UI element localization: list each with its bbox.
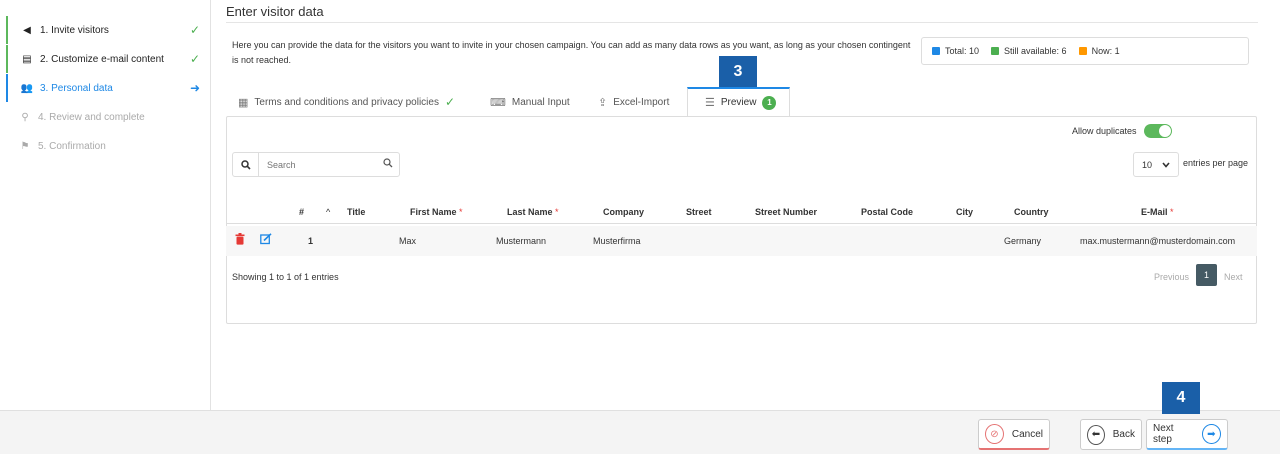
search-icon[interactable]	[377, 158, 399, 171]
trash-icon[interactable]	[235, 233, 245, 248]
intro-text: Here you can provide the data for the vi…	[232, 40, 911, 65]
upload-icon: ⇪	[598, 96, 608, 109]
total-legend-square	[932, 47, 940, 55]
step-label: 5. Confirmation	[38, 140, 106, 152]
keyboard-icon: ⌨	[490, 96, 506, 109]
search-box	[232, 152, 400, 177]
table-header: # ^ Title First Name * Last Name * Compa…	[226, 203, 1257, 224]
cancel-icon: ⊘	[985, 424, 1004, 444]
back-button[interactable]: ⬅ Back	[1080, 419, 1142, 450]
pagination-previous[interactable]: Previous	[1154, 272, 1189, 282]
col-header-company[interactable]: Company	[603, 207, 644, 217]
now-legend-square	[1078, 47, 1087, 55]
entries-info: Showing 1 to 1 of 1 entries	[232, 272, 339, 282]
list-icon: ☰	[705, 97, 715, 109]
available-legend-square	[991, 47, 1000, 55]
step-label: 4. Review and complete	[38, 111, 145, 123]
entries-per-page-label: entries per page	[1183, 158, 1249, 168]
col-header-title[interactable]: Title	[347, 207, 365, 217]
count-available: Still available: 6	[991, 46, 1067, 56]
megaphone-icon: ◀	[23, 24, 31, 36]
search-input[interactable]	[259, 159, 377, 170]
col-header-first-name[interactable]: First Name *	[410, 207, 463, 217]
sort-asc-icon[interactable]: ^	[326, 207, 330, 217]
col-header-country[interactable]: Country	[1014, 207, 1049, 217]
wizard-sidebar: ◀ 1. Invite visitors ✓ ▤ 2. Customize e-…	[0, 0, 211, 410]
step-personal-data[interactable]: 👥 3. Personal data ➜	[6, 74, 210, 102]
search-icon	[233, 153, 259, 176]
cell-email: max.mustermann@musterdomain.com	[1080, 236, 1236, 246]
step-invite-visitors[interactable]: ◀ 1. Invite visitors ✓	[6, 16, 210, 44]
arrow-left-icon: ⬅	[1087, 424, 1105, 445]
cell-first-name: Max	[399, 236, 417, 246]
next-step-button[interactable]: Next step ➡	[1146, 419, 1228, 450]
allow-duplicates-toggle[interactable]	[1143, 124, 1172, 138]
step-confirmation: ⚑ 5. Confirmation	[6, 132, 210, 160]
cell-country: Germany	[1004, 236, 1042, 246]
tab-manual-input[interactable]: ⌨ Manual Input	[480, 87, 580, 117]
table-row: 1 Max Mustermann Musterfirma Germany max…	[226, 226, 1257, 256]
users-icon: 👥	[20, 82, 34, 94]
pagination-next[interactable]: Next	[1224, 272, 1243, 282]
chevron-down-icon	[1162, 160, 1170, 170]
col-header-city[interactable]: City	[956, 207, 973, 217]
allow-duplicates-option: Allow duplicates	[1072, 124, 1172, 138]
tab-terms[interactable]: ▦ Terms and conditions and privacy polic…	[228, 87, 465, 117]
col-header-street[interactable]: Street	[686, 207, 712, 217]
count-now: Now: 1	[1078, 46, 1120, 56]
check-icon: ✓	[189, 23, 200, 37]
edit-icon[interactable]	[260, 233, 272, 248]
col-header-email[interactable]: E-Mail *	[1141, 207, 1174, 217]
cell-company: Musterfirma	[593, 236, 641, 246]
count-badge: 1	[762, 95, 777, 110]
callout-marker-4: 4	[1162, 382, 1200, 414]
cell-num: 1	[308, 236, 314, 246]
col-header-postal-code[interactable]: Postal Code	[861, 207, 913, 217]
pagination-page-1[interactable]: 1	[1196, 264, 1217, 286]
step-label: 1. Invite visitors	[40, 24, 109, 36]
tab-excel-import[interactable]: ⇪ Excel-Import	[588, 87, 679, 117]
search-icon: ⚲	[21, 111, 29, 123]
cell-last-name: Mustermann	[496, 236, 547, 246]
message-icon: ▤	[22, 53, 32, 65]
col-header-num[interactable]: #	[299, 207, 304, 217]
flag-icon: ⚑	[20, 140, 30, 152]
check-icon: ✓	[444, 95, 456, 109]
arrow-right-icon: ➡	[1201, 424, 1221, 444]
document-icon: ▦	[238, 96, 249, 109]
count-total: Total: 10	[932, 46, 979, 56]
check-icon: ✓	[189, 52, 200, 66]
tab-preview[interactable]: ☰ Preview 1	[687, 87, 790, 117]
divider	[226, 22, 1258, 23]
tab-bar: ▦ Terms and conditions and privacy polic…	[226, 87, 1258, 117]
col-header-last-name[interactable]: Last Name *	[507, 207, 559, 217]
step-customize-email[interactable]: ▤ 2. Customize e-mail content ✓	[6, 45, 210, 73]
step-label: 3. Personal data	[40, 82, 113, 94]
step-review-complete: ⚲ 4. Review and complete	[6, 103, 210, 131]
cancel-button[interactable]: ⊘ Cancel	[978, 419, 1050, 450]
callout-marker-3: 3	[719, 56, 757, 88]
col-header-street-number[interactable]: Street Number	[755, 207, 817, 217]
entries-per-page-select[interactable]: 10	[1133, 152, 1179, 177]
arrow-right-icon: ➜	[189, 81, 200, 95]
step-label: 2. Customize e-mail content	[40, 53, 164, 65]
contingent-counts: Total: 10 Still available: 6 Now: 1	[921, 37, 1249, 65]
page-title: Enter visitor data	[226, 4, 324, 19]
